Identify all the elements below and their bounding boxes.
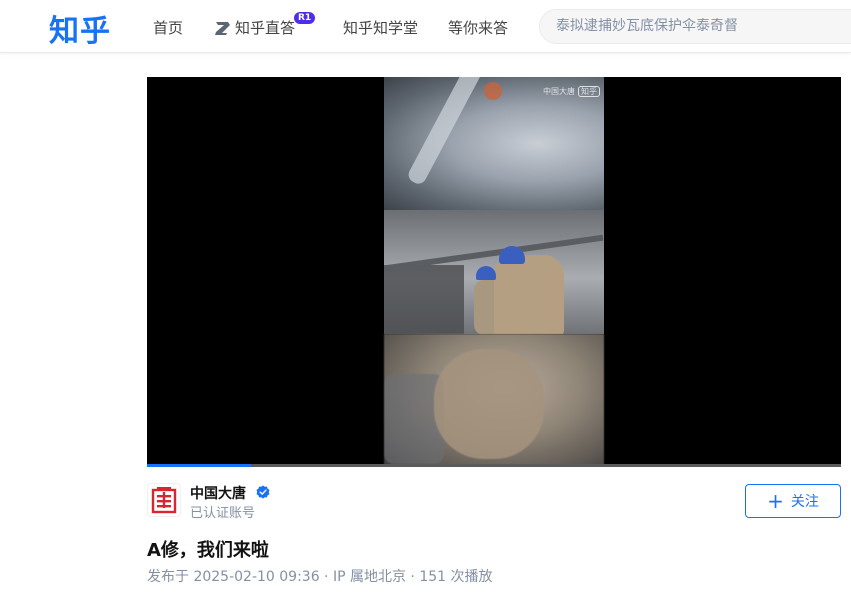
video-progress-fill [147, 464, 252, 467]
video-progress-bar[interactable] [147, 464, 841, 467]
nav-home[interactable]: 首页 [153, 17, 183, 38]
nav-wait-answer[interactable]: 等你来答 [448, 17, 508, 38]
top-header: 知乎 首页 知乎直答 R1 知乎知学堂 等你来答 [0, 0, 851, 53]
post-title: A修，我们来啦 [147, 540, 269, 561]
video-player[interactable]: 中国大唐 知乎 [147, 77, 841, 466]
plus-icon: + [767, 489, 784, 513]
avatar[interactable] [147, 483, 181, 517]
zhida-badge: R1 [294, 12, 316, 24]
nav-zhida[interactable]: 知乎直答 R1 [213, 12, 316, 38]
video-frame-middle [384, 210, 604, 334]
video-watermark: 中国大唐 知乎 [543, 86, 600, 97]
nav-xuetang[interactable]: 知乎知学堂 [343, 17, 418, 38]
verified-icon [256, 485, 270, 499]
follow-label: 关注 [790, 494, 819, 510]
datang-logo [151, 487, 177, 514]
zhihu-logo[interactable]: 知乎 [49, 6, 111, 50]
author-name[interactable]: 中国大唐 [190, 483, 246, 503]
follow-button[interactable]: + 关注 [745, 484, 841, 518]
post-meta: 发布于 2025-02-10 09:36 · IP 属地北京 · 151 次播放 [147, 569, 493, 585]
search-box[interactable] [539, 9, 851, 44]
zhida-icon [215, 21, 230, 35]
search-input[interactable] [556, 18, 846, 34]
author-verified-label: 已认证账号 [190, 506, 256, 521]
video-frame-bottom [384, 334, 604, 466]
nav-zhida-label: 知乎直答 [235, 19, 296, 37]
